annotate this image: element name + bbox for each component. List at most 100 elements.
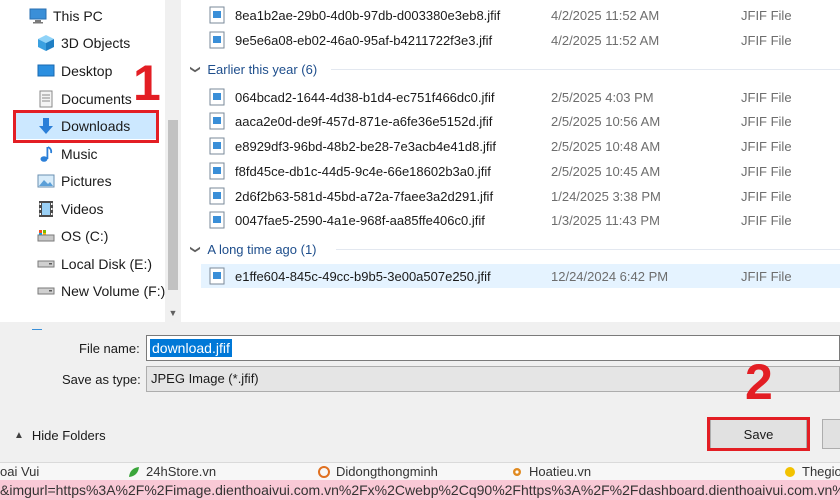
file-name: f8fd45ce-db1c-44d5-9c4e-66e18602b3a0.jfi… <box>235 163 491 179</box>
leaf-icon <box>128 466 140 478</box>
nav-label: OS (C:) <box>61 228 109 244</box>
hide-folders-label: Hide Folders <box>31 428 106 443</box>
bookmark-item[interactable]: Hoatieu.vn <box>511 464 591 479</box>
nav-item-this-pc[interactable]: This PC <box>28 3 181 29</box>
nav-scroll-thumb[interactable] <box>168 120 178 290</box>
save-button[interactable]: Save <box>710 419 807 449</box>
group-header-earlier-this-year[interactable]: ❯ Earlier this year (6) <box>190 58 318 80</box>
image-file-icon <box>209 31 225 49</box>
drive-icon <box>36 281 56 301</box>
image-file-icon <box>209 6 225 24</box>
nav-item-local-disk-e[interactable]: Local Disk (E:) <box>36 251 181 277</box>
download-arrow-icon <box>36 116 56 136</box>
group-divider <box>336 249 840 250</box>
group-divider <box>331 69 840 70</box>
nav-item-downloads[interactable]: Downloads <box>14 113 159 139</box>
file-date: 4/2/2025 11:52 AM <box>551 32 660 48</box>
image-file-icon <box>209 187 225 205</box>
bookmarks-bar: oai Vui 24hStore.vn Didongthongminh Hoat… <box>0 462 840 480</box>
file-row[interactable]: aaca2e0d-de9f-457d-871e-a6fe36e5152d.jfi… <box>201 109 840 133</box>
file-date: 4/2/2025 11:52 AM <box>551 7 660 23</box>
file-name: 8ea1b2ae-29b0-4d0b-97db-d003380e3eb8.jfi… <box>235 7 501 23</box>
bookmark-label: 24hStore.vn <box>146 464 217 479</box>
file-row[interactable]: 064bcad2-1644-4d38-b1d4-ec751f466dc0.jfi… <box>201 85 840 109</box>
gear-logo-icon <box>511 466 523 478</box>
image-file-icon <box>209 267 225 285</box>
bookmark-item[interactable]: 24hStore.vn <box>128 464 216 479</box>
bookmark-item[interactable]: oai Vui <box>0 464 39 479</box>
file-date: 2/5/2025 10:56 AM <box>551 113 661 129</box>
bookmark-label: Hoatieu.vn <box>529 464 592 479</box>
chevron-down-icon[interactable]: ▼ <box>165 304 181 322</box>
file-type: JFIF File <box>741 268 792 284</box>
file-date: 12/24/2024 6:42 PM <box>551 268 669 284</box>
filename-field[interactable]: download.jfif <box>146 335 840 361</box>
nav-label: Downloads <box>61 118 131 134</box>
file-type: JFIF File <box>741 113 792 129</box>
nav-item-network-partial <box>30 322 120 330</box>
file-type: JFIF File <box>741 138 792 154</box>
file-row[interactable]: 9e5e6a08-eb02-46a0-95af-b4211722f3e3.jfi… <box>201 28 840 52</box>
image-file-icon <box>209 162 225 180</box>
file-row[interactable]: 0047fae5-2590-4a1e-968f-aa85ffe406c0.jfi… <box>201 208 840 232</box>
filename-label: File name: <box>79 341 140 356</box>
bookmark-label: Thegio <box>802 464 840 479</box>
save-form: File name: download.jfif Save as type: J… <box>0 322 840 462</box>
file-name: e1ffe604-845c-49cc-b9b5-3e00a507e250.jfi… <box>235 268 491 284</box>
file-name: 2d6f2b63-581d-45bd-a72a-7faee3a2d291.jfi… <box>235 188 494 204</box>
group-header-label: A long time ago (1) <box>207 241 317 257</box>
film-icon <box>36 199 56 219</box>
file-name: 0047fae5-2590-4a1e-968f-aa85ffe406c0.jfi… <box>235 212 485 228</box>
file-type: JFIF File <box>741 7 792 23</box>
file-row[interactable]: f8fd45ce-db1c-44d5-9c4e-66e18602b3a0.jfi… <box>201 159 840 183</box>
computer-icon <box>28 6 48 26</box>
nav-item-videos[interactable]: Videos <box>36 196 181 222</box>
file-type: JFIF File <box>741 212 792 228</box>
bookmark-item[interactable]: Thegio <box>784 464 840 479</box>
nav-item-3d-objects[interactable]: 3D Objects <box>36 30 181 56</box>
image-file-icon <box>209 211 225 229</box>
file-type: JFIF File <box>741 89 792 105</box>
group-header-a-long-time-ago[interactable]: ❯ A long time ago (1) <box>190 238 317 260</box>
file-date: 1/3/2025 11:43 PM <box>551 212 660 228</box>
star-logo-icon <box>784 466 796 478</box>
file-row[interactable]: e8929df3-96bd-48b2-be28-7e3acb4e41d8.jfi… <box>201 134 840 158</box>
file-name: 064bcad2-1644-4d38-b1d4-ec751f466dc0.jfi… <box>235 89 495 105</box>
image-file-icon <box>209 88 225 106</box>
file-name: aaca2e0d-de9f-457d-871e-a6fe36e5152d.jfi… <box>235 113 493 129</box>
file-row[interactable]: 2d6f2b63-581d-45bd-a72a-7faee3a2d291.jfi… <box>201 184 840 208</box>
file-type: JFIF File <box>741 32 792 48</box>
file-row[interactable]: 8ea1b2ae-29b0-4d0b-97db-d003380e3eb8.jfi… <box>201 3 840 27</box>
nav-item-music[interactable]: Music <box>36 141 181 167</box>
music-note-icon <box>36 144 56 164</box>
file-list[interactable]: 8ea1b2ae-29b0-4d0b-97db-d003380e3eb8.jfi… <box>181 0 840 322</box>
nav-label: New Volume (F:) <box>61 283 166 299</box>
url-bar[interactable]: &imgurl=https%3A%2F%2Fimage.dienthoaivui… <box>0 480 840 500</box>
nav-item-new-volume-f[interactable]: New Volume (F:) <box>36 278 181 304</box>
hide-folders-button[interactable]: ▲ Hide Folders <box>14 428 106 443</box>
file-type: JFIF File <box>741 163 792 179</box>
navigation-pane[interactable]: This PC 3D Objects Desktop Documents Dow… <box>0 0 181 322</box>
filename-input[interactable]: download.jfif <box>150 339 232 357</box>
annotation-step-1: 1 <box>133 55 161 111</box>
cancel-button[interactable] <box>822 419 840 449</box>
nav-label: Pictures <box>61 173 112 189</box>
url-text: &imgurl=https%3A%2F%2Fimage.dienthoaivui… <box>0 482 840 498</box>
file-date: 2/5/2025 10:45 AM <box>551 163 661 179</box>
chevron-right-icon[interactable]: ❯ <box>190 245 201 253</box>
chevron-right-icon[interactable]: ❯ <box>190 65 201 73</box>
file-row-selected[interactable]: e1ffe604-845c-49cc-b9b5-3e00a507e250.jfi… <box>201 264 840 288</box>
nav-label: Desktop <box>61 63 113 79</box>
nav-label: Videos <box>61 201 104 217</box>
bookmark-item[interactable]: Didongthongminh <box>318 464 438 479</box>
file-type: JFIF File <box>741 188 792 204</box>
annotation-step-2: 2 <box>745 354 773 410</box>
system-drive-icon <box>36 226 56 246</box>
nav-label: Music <box>61 146 98 162</box>
nav-item-pictures[interactable]: Pictures <box>36 168 181 194</box>
savetype-select[interactable]: JPEG Image (*.jfif) <box>146 366 840 392</box>
file-date: 2/5/2025 4:03 PM <box>551 89 654 105</box>
group-header-label: Earlier this year (6) <box>207 61 318 77</box>
nav-scrollbar[interactable]: ▼ <box>165 0 181 322</box>
nav-item-os-c[interactable]: OS (C:) <box>36 223 181 249</box>
